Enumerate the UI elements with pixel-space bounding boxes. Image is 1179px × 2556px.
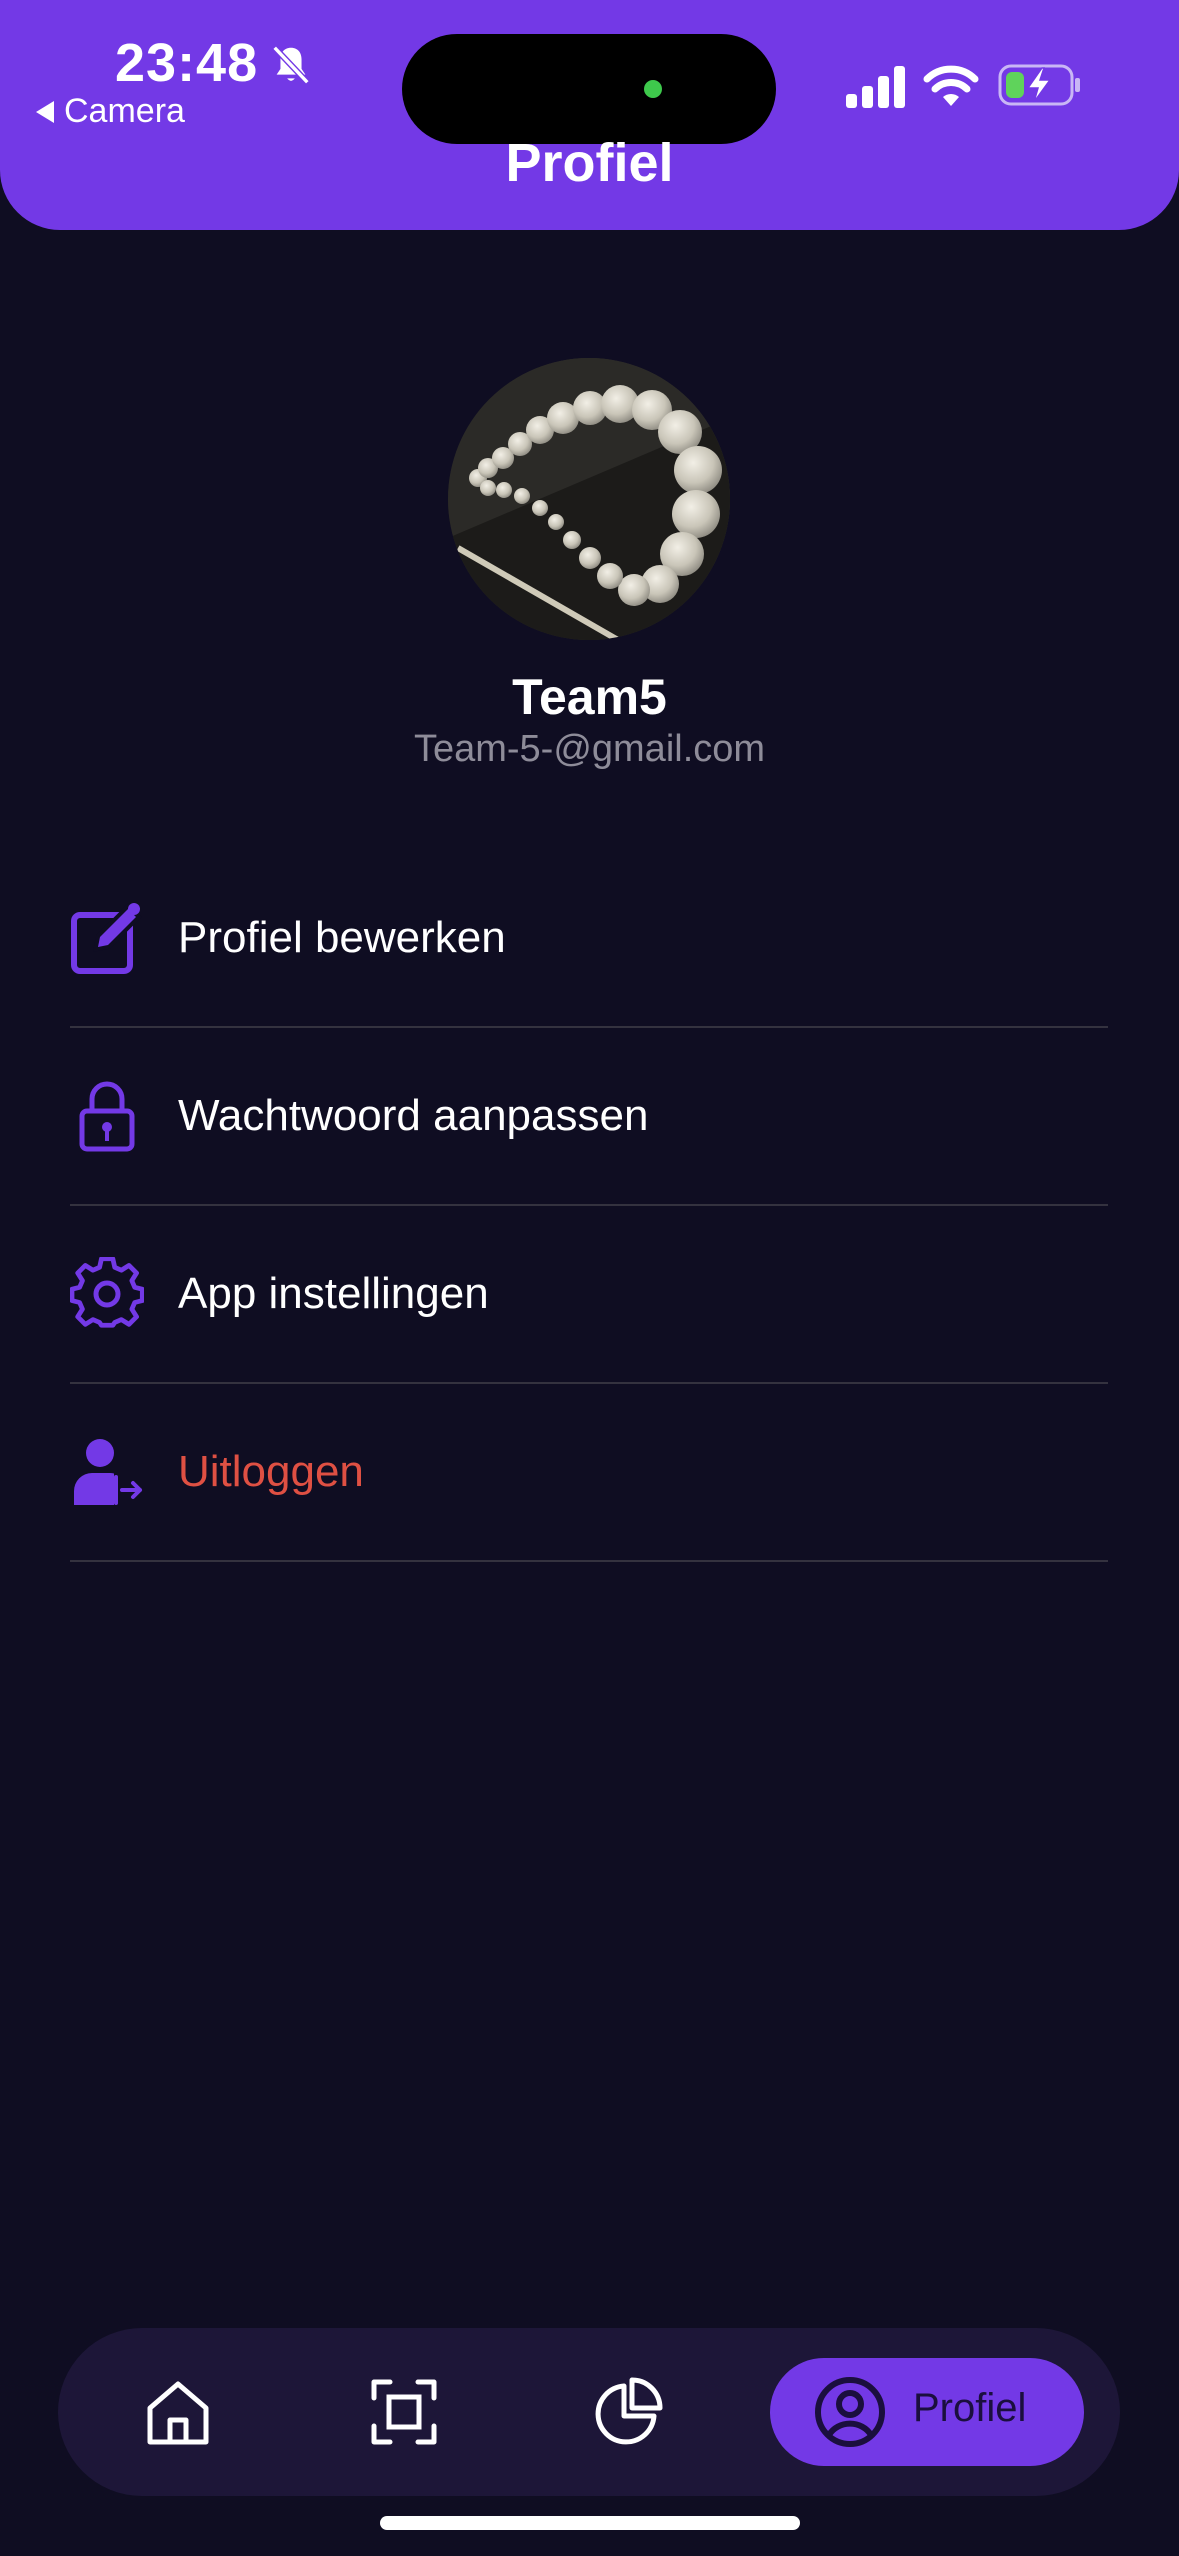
profile-menu: Profiel bewerken Wachtwoord aanpassen Ap… <box>70 850 1108 1562</box>
menu-label-logout: Uitloggen <box>178 1447 364 1496</box>
back-label: Camera <box>64 92 185 130</box>
camera-indicator-dot <box>644 80 662 98</box>
menu-label-change-password: Wachtwoord aanpassen <box>178 1091 649 1140</box>
battery-charging-icon <box>998 64 1080 106</box>
signal-icon <box>846 66 905 108</box>
nav-stats-button[interactable] <box>578 2362 678 2462</box>
avatar-photo <box>448 358 730 640</box>
dynamic-island <box>402 34 776 144</box>
home-indicator[interactable] <box>380 2516 800 2530</box>
pie-chart-icon <box>595 2377 663 2445</box>
nav-profile-label: Profiel <box>913 2386 1027 2430</box>
menu-item-logout[interactable]: Uitloggen <box>70 1384 1108 1562</box>
user-email: Team-5-@gmail.com <box>413 728 766 770</box>
lock-icon <box>79 1081 135 1152</box>
scan-icon <box>371 2379 437 2445</box>
menu-label-app-settings: App instellingen <box>178 1269 489 1318</box>
back-to-camera-link[interactable]: Camera <box>36 92 185 131</box>
nav-profile-button[interactable]: Profiel <box>770 2358 1084 2466</box>
status-time: 23:48 <box>115 33 259 93</box>
logout-user-icon <box>74 1439 142 1505</box>
profile-icon <box>815 2377 885 2447</box>
nav-home-button[interactable] <box>128 2362 228 2462</box>
gear-icon <box>70 1257 144 1328</box>
user-name: Team5 <box>512 669 667 725</box>
back-arrow-icon <box>36 100 54 123</box>
profile-screen: 23:48 Camera Profiel Team5 Team-5-@gmail… <box>0 0 1179 2556</box>
page-title: Profiel <box>505 133 674 193</box>
menu-item-edit-profile[interactable]: Profiel bewerken <box>70 850 1108 1028</box>
avatar[interactable] <box>448 358 730 640</box>
menu-item-app-settings[interactable]: App instellingen <box>70 1206 1108 1384</box>
menu-item-change-password[interactable]: Wachtwoord aanpassen <box>70 1028 1108 1206</box>
edit-icon <box>71 903 142 974</box>
nav-scan-button[interactable] <box>354 2362 454 2462</box>
menu-label-edit-profile: Profiel bewerken <box>178 913 506 962</box>
home-icon <box>147 2381 209 2445</box>
bottom-navigation: Profiel <box>58 2328 1120 2496</box>
bell-slash-icon <box>272 45 310 85</box>
wifi-icon <box>923 65 979 106</box>
header: 23:48 Camera Profiel <box>0 0 1179 230</box>
